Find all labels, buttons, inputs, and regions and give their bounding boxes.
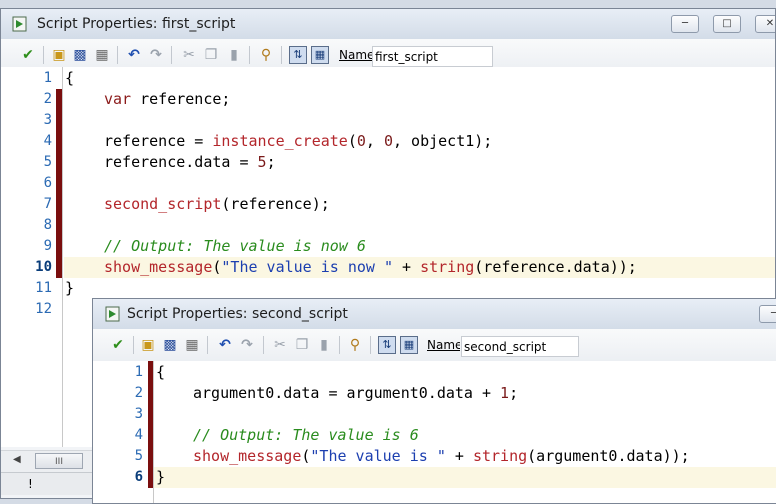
code-completion-toggle-icon[interactable]: ⇅ <box>378 336 396 354</box>
first-script-titlebar[interactable]: Script Properties: first_script ─ □ ✕ <box>1 9 775 39</box>
toolbar-separator <box>263 336 264 354</box>
line-gutter: 1 2 3 4 5 6 7 8 9 10 11 12 <box>1 67 62 447</box>
code-line: { <box>156 363 166 381</box>
current-line-highlight <box>154 467 776 488</box>
line-number: 11 <box>35 280 52 296</box>
save-icon[interactable]: ▩ <box>71 46 89 64</box>
line-number: 3 <box>134 406 143 422</box>
find-icon[interactable]: ⚲ <box>346 336 364 354</box>
line-number: 5 <box>134 448 143 464</box>
line-number: 4 <box>134 427 143 443</box>
close-button[interactable]: ✕ <box>755 15 775 33</box>
line-number: 4 <box>43 133 52 149</box>
code-line: second_script(reference); <box>104 195 330 213</box>
current-line-number: 10 <box>35 259 52 275</box>
line-number: 1 <box>134 364 143 380</box>
code-line: var reference; <box>104 90 231 108</box>
toolbar-separator <box>117 46 118 64</box>
window-title: Script Properties: second_script <box>127 306 348 322</box>
print-icon[interactable]: ▦ <box>93 46 111 64</box>
minimize-icon: ─ <box>771 308 776 319</box>
minimize-icon: ─ <box>681 18 689 29</box>
ok-check-icon[interactable]: ✔ <box>19 46 37 64</box>
minimize-button[interactable]: ─ <box>759 305 776 323</box>
maximize-icon: □ <box>722 18 732 29</box>
redo-icon[interactable]: ↷ <box>238 336 256 354</box>
second-script-window[interactable]: Script Properties: second_script ─ ✔ ▣ ▩… <box>92 298 776 504</box>
cut-icon[interactable]: ✂ <box>180 46 198 64</box>
horizontal-scrollbar[interactable]: ◀ III <box>1 450 93 473</box>
line-number: 12 <box>35 301 52 317</box>
line-number: 2 <box>134 385 143 401</box>
ok-check-icon[interactable]: ✔ <box>109 336 127 354</box>
code-line: reference = instance_create(0, 0, object… <box>104 132 493 150</box>
second-toolbar: ✔ ▣ ▩ ▦ ↶ ↷ ✂ ❐ ▮ ⚲ ⇅ ▦ Name <box>93 329 776 361</box>
code-editor[interactable]: 1 2 3 4 5 6 { argument0.data = argument0… <box>93 361 776 503</box>
code-line: argument0.data = argument0.data + 1; <box>193 384 519 402</box>
line-number: 1 <box>43 70 52 86</box>
undo-icon[interactable]: ↶ <box>125 46 143 64</box>
script-icon <box>12 16 27 32</box>
close-icon: ✕ <box>765 18 775 29</box>
check-syntax-toggle-icon[interactable]: ▦ <box>311 46 329 64</box>
check-syntax-toggle-icon[interactable]: ▦ <box>400 336 418 354</box>
line-number: 3 <box>43 112 52 128</box>
line-number: 9 <box>43 238 52 254</box>
code-line: // Output: The value is now 6 <box>104 237 366 255</box>
line-number: 6 <box>43 175 52 191</box>
code-line: show_message("The value is " + string(ar… <box>193 447 690 465</box>
paste-icon[interactable]: ▮ <box>225 46 243 64</box>
toolbar-separator <box>133 336 134 354</box>
toolbar-separator <box>249 46 250 64</box>
name-input[interactable] <box>372 46 493 67</box>
line-number: 8 <box>43 217 52 233</box>
toolbar-separator <box>207 336 208 354</box>
gutter-divider <box>153 361 154 503</box>
script-icon <box>105 306 120 322</box>
save-icon[interactable]: ▩ <box>161 336 179 354</box>
code-completion-toggle-icon[interactable]: ⇅ <box>289 46 307 64</box>
copy-icon[interactable]: ❐ <box>202 46 220 64</box>
current-line-number: 6 <box>134 469 143 485</box>
undo-icon[interactable]: ↶ <box>216 336 234 354</box>
scrollbar-thumb[interactable]: III <box>35 453 83 469</box>
toolbar-separator <box>171 46 172 64</box>
toolbar-separator <box>43 46 44 64</box>
code-line: reference.data = 5; <box>104 153 276 171</box>
status-text: ! <box>28 477 33 491</box>
minimize-button[interactable]: ─ <box>671 15 699 33</box>
open-icon[interactable]: ▣ <box>50 46 68 64</box>
paste-icon[interactable]: ▮ <box>315 336 333 354</box>
second-script-titlebar[interactable]: Script Properties: second_script ─ <box>93 299 776 329</box>
name-label: Name <box>339 48 372 62</box>
toolbar-separator <box>370 336 371 354</box>
open-icon[interactable]: ▣ <box>139 336 157 354</box>
name-label: Name <box>427 338 460 352</box>
code-line: show_message("The value is now " + strin… <box>104 258 637 276</box>
line-number: 2 <box>43 91 52 107</box>
code-line: } <box>156 468 166 486</box>
cut-icon[interactable]: ✂ <box>271 336 289 354</box>
code-line: // Output: The value is 6 <box>193 426 419 444</box>
status-bar: ! <box>1 472 93 495</box>
code-line: } <box>65 279 75 297</box>
toolbar-separator <box>281 46 282 64</box>
print-icon[interactable]: ▦ <box>183 336 201 354</box>
code-line: { <box>65 69 75 87</box>
name-input[interactable] <box>461 336 579 357</box>
maximize-button[interactable]: □ <box>713 15 741 33</box>
redo-icon[interactable]: ↷ <box>147 46 165 64</box>
window-title: Script Properties: first_script <box>37 16 236 32</box>
line-gutter: 1 2 3 4 5 6 <box>93 361 154 503</box>
toolbar-separator <box>339 336 340 354</box>
line-number: 7 <box>43 196 52 212</box>
gutter-divider <box>62 67 63 447</box>
line-number: 5 <box>43 154 52 170</box>
copy-icon[interactable]: ❐ <box>293 336 311 354</box>
find-icon[interactable]: ⚲ <box>257 46 275 64</box>
scroll-left-icon[interactable]: ◀ <box>13 454 21 465</box>
